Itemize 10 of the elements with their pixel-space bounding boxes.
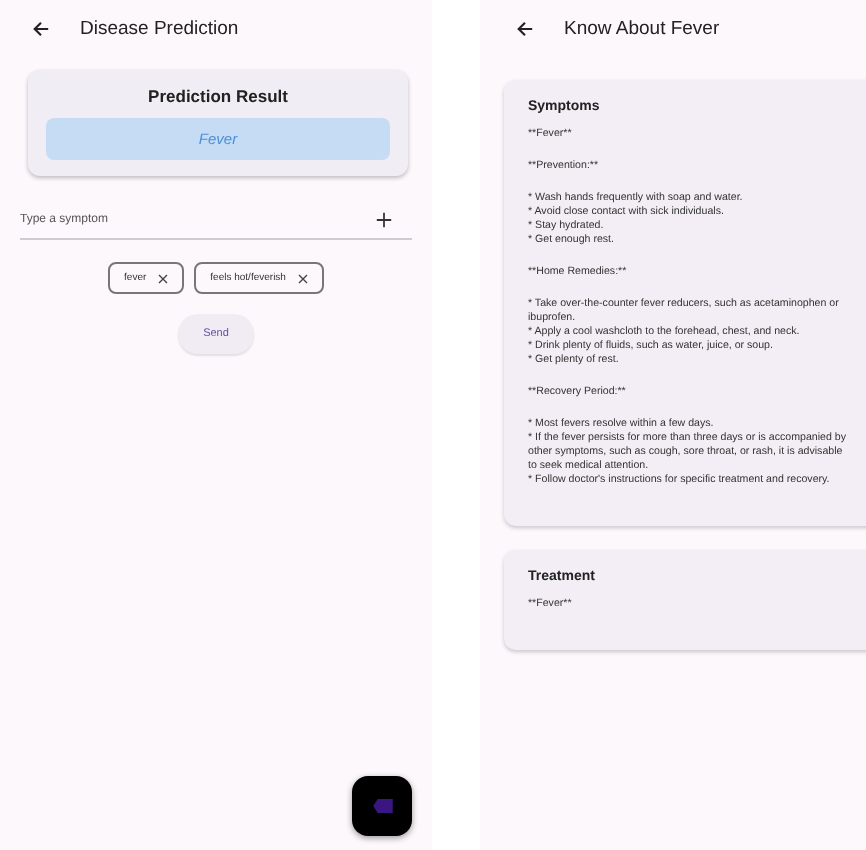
card-title: Prediction Result — [146, 86, 290, 106]
back-arrow-icon[interactable] — [516, 19, 534, 37]
screen-title: Disease Prediction — [80, 17, 239, 39]
back-arrow-icon[interactable] — [32, 19, 50, 37]
screen-title: Know About Fever — [564, 17, 720, 39]
close-icon[interactable] — [297, 273, 308, 283]
add-icon[interactable] — [376, 212, 392, 228]
chat-icon — [371, 798, 393, 814]
chat-button[interactable] — [352, 776, 412, 836]
close-icon[interactable] — [158, 273, 169, 283]
